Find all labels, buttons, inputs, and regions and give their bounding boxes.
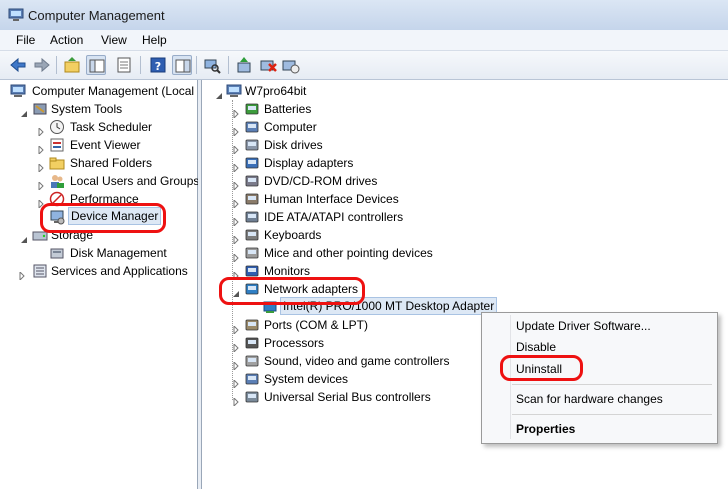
event-viewer-icon xyxy=(49,137,65,153)
collapsed-arrow-icon[interactable] xyxy=(37,195,45,210)
collapsed-arrow-icon[interactable] xyxy=(232,249,240,264)
highlight-uninstall xyxy=(500,355,583,381)
display-adapter-icon xyxy=(244,155,260,171)
update-driver-icon[interactable] xyxy=(234,55,254,75)
hid-icon xyxy=(244,191,260,207)
collapsed-arrow-icon[interactable] xyxy=(232,123,240,138)
device-category-batteries[interactable]: Batteries xyxy=(202,100,502,120)
toolbar: ? xyxy=(0,51,728,80)
computer-management-icon xyxy=(10,83,26,99)
processor-icon xyxy=(244,335,260,351)
tree-item-computer-management[interactable]: Computer Management (Local xyxy=(0,82,197,100)
title-bar: Computer Management xyxy=(0,0,728,31)
collapsed-arrow-icon[interactable] xyxy=(232,195,240,210)
device-category-human-interface-devices[interactable]: Human Interface Devices xyxy=(202,190,502,210)
collapsed-arrow-icon[interactable] xyxy=(232,339,240,354)
tree-item-shared-folders[interactable]: Shared Folders xyxy=(0,154,197,174)
expanded-arrow-icon[interactable] xyxy=(20,105,28,117)
forward-icon[interactable] xyxy=(32,55,52,75)
scan-hardware-icon[interactable] xyxy=(202,55,222,75)
device-category-computer[interactable]: Computer xyxy=(202,118,502,138)
computer-icon xyxy=(226,83,242,99)
menu-bar: File Action View Help xyxy=(0,30,728,51)
collapsed-arrow-icon[interactable] xyxy=(232,141,240,156)
uninstall-device-icon[interactable] xyxy=(258,55,278,75)
menu-file[interactable]: File xyxy=(16,33,35,47)
tree-item-local-users[interactable]: Local Users and Groups xyxy=(0,172,199,192)
up-folder-icon[interactable] xyxy=(62,55,82,75)
highlight-device-manager xyxy=(40,203,166,233)
tree-item-disk-management[interactable]: Disk Management xyxy=(0,244,197,262)
menu-update-driver[interactable]: Update Driver Software... xyxy=(483,315,714,337)
ide-controller-icon xyxy=(244,209,260,225)
device-category-ide-ata-atapi-controllers[interactable]: IDE ATA/ATAPI controllers xyxy=(202,208,502,228)
port-icon xyxy=(244,317,260,333)
menu-scan-hardware[interactable]: Scan for hardware changes xyxy=(483,388,714,410)
device-category-ports-com-lpt[interactable]: Ports (COM & LPT) xyxy=(202,316,502,336)
collapsed-arrow-icon[interactable] xyxy=(232,105,240,120)
show-console-tree-icon[interactable] xyxy=(86,55,106,75)
device-category-sound-video-and-game-controllers[interactable]: Sound, video and game controllers xyxy=(202,352,502,372)
device-category-disk-drives[interactable]: Disk drives xyxy=(202,136,502,156)
device-category-display-adapters[interactable]: Display adapters xyxy=(202,154,502,174)
collapsed-arrow-icon[interactable] xyxy=(232,231,240,246)
device-tree-root[interactable]: W7pro64bit xyxy=(202,82,502,100)
collapsed-arrow-icon[interactable] xyxy=(37,159,45,174)
disk-drive-icon xyxy=(244,137,260,153)
device-category-processors[interactable]: Processors xyxy=(202,334,502,354)
enable-device-icon[interactable] xyxy=(280,55,300,75)
collapsed-arrow-icon[interactable] xyxy=(37,141,45,156)
collapsed-arrow-icon[interactable] xyxy=(37,177,45,192)
menu-action[interactable]: Action xyxy=(50,33,83,47)
tree-item-event-viewer[interactable]: Event Viewer xyxy=(0,136,197,156)
collapsed-arrow-icon[interactable] xyxy=(232,159,240,174)
usb-icon xyxy=(244,389,260,405)
mouse-icon xyxy=(244,245,260,261)
show-action-pane-icon[interactable] xyxy=(172,55,192,75)
device-category-keyboards[interactable]: Keyboards xyxy=(202,226,502,246)
collapsed-arrow-icon[interactable] xyxy=(232,321,240,336)
collapsed-arrow-icon[interactable] xyxy=(232,393,240,408)
sound-icon xyxy=(244,353,260,369)
collapsed-arrow-icon[interactable] xyxy=(232,213,240,228)
help-icon[interactable]: ? xyxy=(148,55,168,75)
system-device-icon xyxy=(244,371,260,387)
properties-sheet-icon[interactable] xyxy=(114,55,134,75)
tree-item-services-applications[interactable]: Services and Applications xyxy=(0,262,197,282)
device-category-dvd-cd-rom-drives[interactable]: DVD/CD-ROM drives xyxy=(202,172,502,192)
battery-icon xyxy=(244,101,260,117)
window-title: Computer Management xyxy=(28,8,165,23)
menu-help[interactable]: Help xyxy=(142,33,167,47)
svg-text:?: ? xyxy=(155,60,161,73)
collapsed-arrow-icon[interactable] xyxy=(37,123,45,138)
users-icon xyxy=(49,173,65,189)
expanded-arrow-icon[interactable] xyxy=(20,231,28,243)
device-category-universal-serial-bus-controllers[interactable]: Universal Serial Bus controllers xyxy=(202,388,502,408)
tree-item-task-scheduler[interactable]: Task Scheduler xyxy=(0,118,197,138)
menu-view[interactable]: View xyxy=(101,33,127,47)
collapsed-arrow-icon[interactable] xyxy=(232,177,240,192)
device-category-mice-and-other-pointing-devices[interactable]: Mice and other pointing devices xyxy=(202,244,502,264)
device-category-system-devices[interactable]: System devices xyxy=(202,370,502,390)
system-tools-icon xyxy=(32,101,48,117)
keyboard-icon xyxy=(244,227,260,243)
back-icon[interactable] xyxy=(8,55,28,75)
collapsed-arrow-icon[interactable] xyxy=(18,267,26,282)
disk-management-icon xyxy=(49,245,65,261)
expanded-arrow-icon[interactable] xyxy=(215,87,223,99)
shared-folder-icon xyxy=(49,155,65,171)
clock-icon xyxy=(49,119,65,135)
dvd-drive-icon xyxy=(244,173,260,189)
collapsed-arrow-icon[interactable] xyxy=(232,267,240,282)
collapsed-arrow-icon[interactable] xyxy=(232,375,240,390)
services-icon xyxy=(32,263,48,279)
computer-management-icon xyxy=(8,8,24,22)
console-tree-pane: Computer Management (Local System Tools … xyxy=(0,80,199,489)
collapsed-arrow-icon[interactable] xyxy=(232,357,240,372)
menu-properties[interactable]: Properties xyxy=(483,418,714,440)
computer-icon xyxy=(244,119,260,135)
highlight-network-adapters xyxy=(219,277,365,305)
tree-item-system-tools[interactable]: System Tools xyxy=(0,100,197,118)
